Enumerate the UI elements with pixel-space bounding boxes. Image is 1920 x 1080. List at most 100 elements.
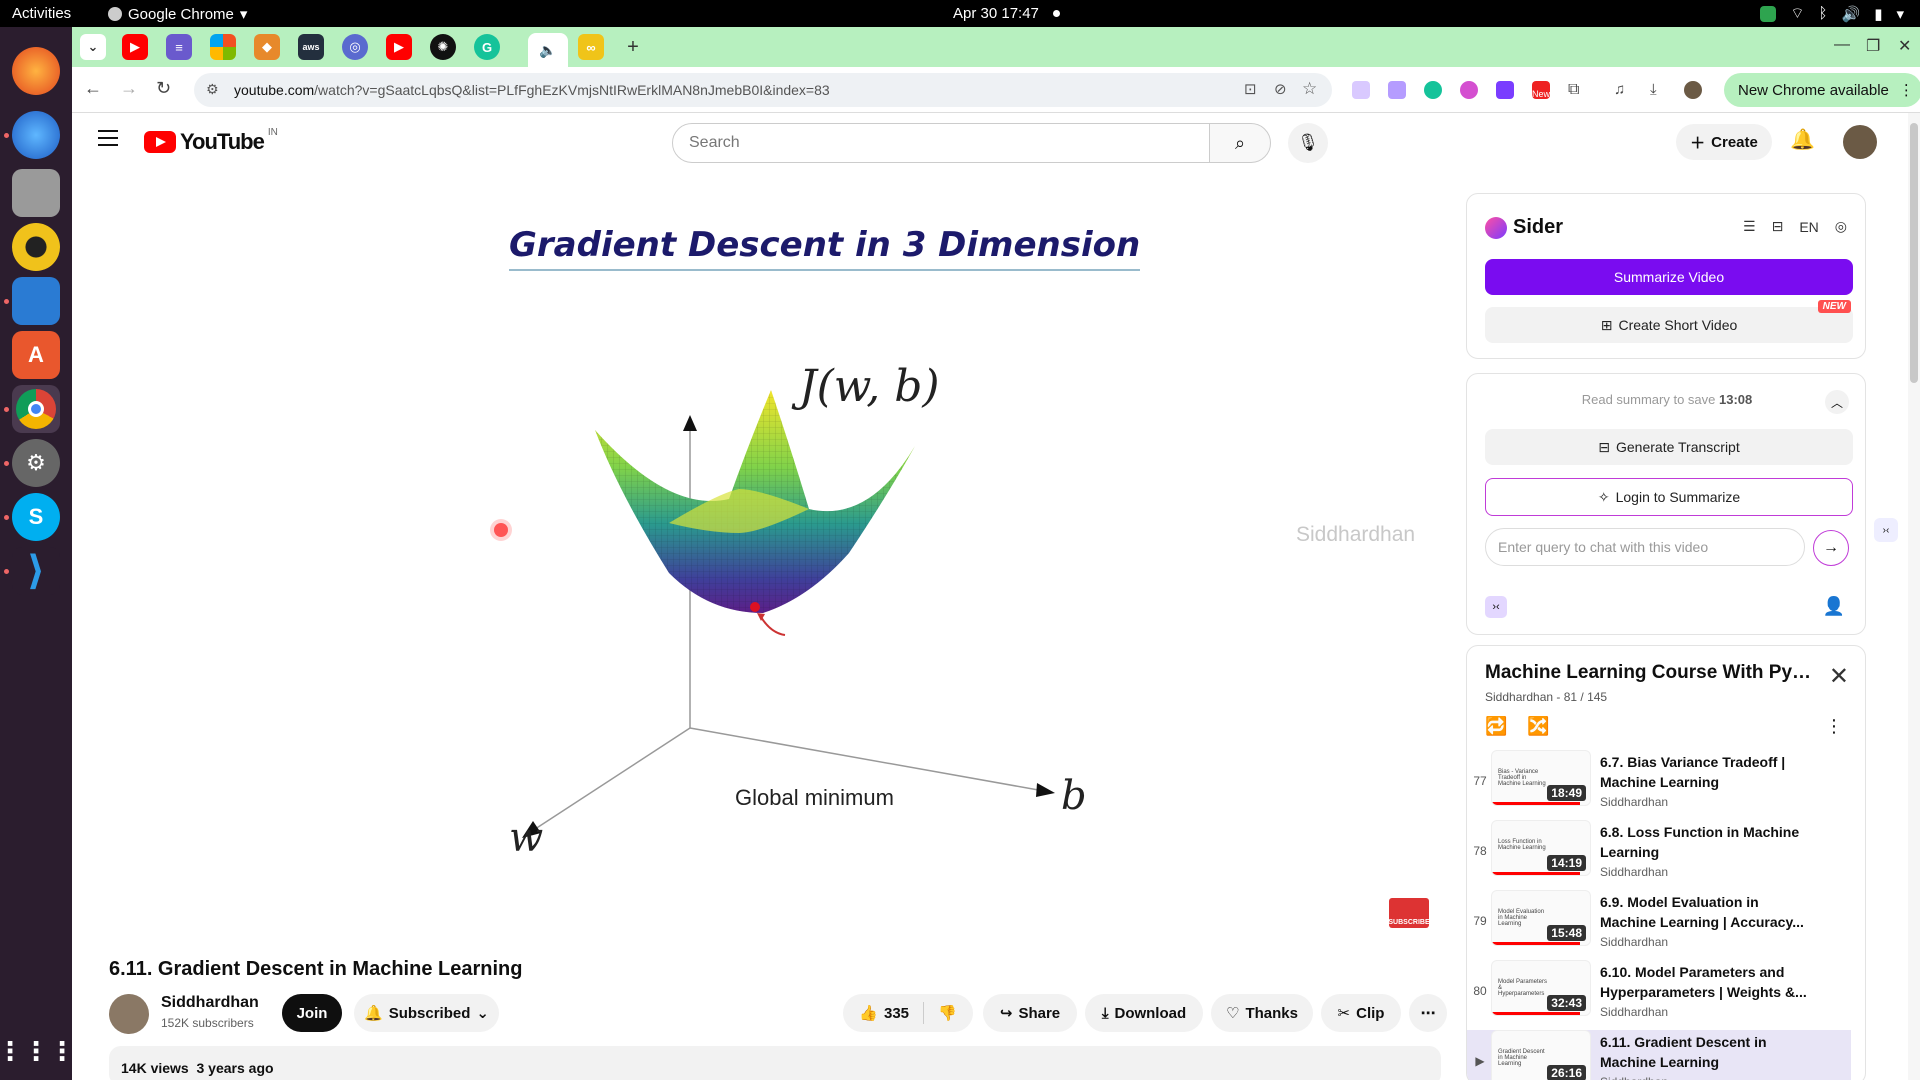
files-icon[interactable] xyxy=(12,169,60,217)
tab-package[interactable]: ◆ xyxy=(254,34,280,60)
ext-sider-icon[interactable] xyxy=(1352,81,1370,99)
thunderbird-icon[interactable] xyxy=(12,111,60,159)
playlist-item[interactable]: 78 Loss Function in Machine Learning 14:19… xyxy=(1467,820,1851,888)
thumbs-down-icon[interactable]: 👎 xyxy=(938,1004,957,1022)
scrollbar-thumb[interactable] xyxy=(1910,123,1918,383)
notifications-bell-icon[interactable]: 🔔 xyxy=(1790,127,1815,152)
search-button[interactable]: ⌕ xyxy=(1209,123,1271,163)
description-box[interactable]: 14K views 3 years ago xyxy=(109,1046,1441,1080)
skype-icon[interactable]: S xyxy=(12,493,60,541)
subscribed-button[interactable]: 🔔 Subscribed ⌄ xyxy=(354,994,499,1032)
tab-list-button[interactable]: ⌄ xyxy=(80,34,106,60)
back-button[interactable]: ← xyxy=(84,78,102,99)
login-to-summarize-button[interactable]: ✧ Login to Summarize xyxy=(1485,478,1853,516)
video-player[interactable]: Gradient Descent in 3 Dimension J(w, b) … xyxy=(109,193,1441,933)
tab-grammarly[interactable]: G xyxy=(474,34,500,60)
tab-openai[interactable]: ✺ xyxy=(430,34,456,60)
account-avatar[interactable] xyxy=(1843,125,1877,159)
settings-icon[interactable]: ◎ xyxy=(1835,218,1847,235)
url-text[interactable]: youtube.com/watch?v=gSaatcLqbsQ&list=PLf… xyxy=(234,82,830,98)
firefox-icon[interactable] xyxy=(12,47,60,95)
extensions-puzzle-icon[interactable]: ⧉ xyxy=(1568,81,1586,99)
site-info-icon[interactable]: ⚙ xyxy=(206,81,219,98)
chat-query-input[interactable]: Enter query to chat with this video xyxy=(1485,528,1805,566)
app-menu[interactable]: Google Chrome ▾ xyxy=(108,5,247,23)
playlist-item[interactable]: 80 Model Parameters & Hyperparameters 32:4… xyxy=(1467,960,1851,1028)
menu-hamburger-icon[interactable] xyxy=(98,130,118,146)
writer-icon[interactable] xyxy=(12,277,60,325)
channel-avatar[interactable] xyxy=(109,994,149,1034)
shuffle-icon[interactable]: 🔀 xyxy=(1527,716,1549,737)
new-chrome-available-button[interactable]: New Chrome available ⋮ xyxy=(1724,73,1920,107)
vscode-icon[interactable]: ⟩ xyxy=(12,547,60,595)
rhythmbox-icon[interactable] xyxy=(12,223,60,271)
like-button[interactable]: 👍 335 xyxy=(859,1004,909,1023)
sider-side-tab-icon[interactable]: ›‹ xyxy=(1874,518,1898,542)
captions-icon[interactable]: ⊟ xyxy=(1772,218,1784,235)
reload-button[interactable]: ↻ xyxy=(156,78,171,99)
minimize-button[interactable]: — xyxy=(1834,36,1850,54)
system-tray[interactable]: ⌔ ᛒ 🔊 ▮ ▾ xyxy=(1760,4,1904,23)
activities-button[interactable]: Activities xyxy=(12,5,71,22)
playlist-title[interactable]: Machine Learning Course With Pyth... xyxy=(1485,662,1815,684)
appcenter-icon[interactable]: A xyxy=(12,331,60,379)
tab-globe[interactable]: ◎ xyxy=(342,34,368,60)
summarize-video-button[interactable]: Summarize Video xyxy=(1485,259,1853,295)
language-selector[interactable]: EN xyxy=(1799,219,1818,235)
profile-avatar-icon[interactable] xyxy=(1684,81,1702,99)
tab-link[interactable]: ∞ xyxy=(578,34,604,60)
person-icon[interactable]: 👤 xyxy=(1823,596,1845,617)
chrome-icon[interactable] xyxy=(12,385,60,433)
update-icon[interactable] xyxy=(1760,5,1777,22)
forward-button[interactable]: → xyxy=(120,78,138,99)
ext-grammarly-icon[interactable] xyxy=(1424,81,1442,99)
page-scrollbar[interactable] xyxy=(1908,113,1920,1080)
sider-bot-icon[interactable]: ›‹ xyxy=(1485,596,1507,618)
ext-flower-icon[interactable] xyxy=(1460,81,1478,99)
playlist-more-icon[interactable]: ⋮ xyxy=(1825,716,1843,737)
share-button[interactable]: ↪ Share xyxy=(983,994,1077,1032)
close-window-button[interactable]: ✕ xyxy=(1898,36,1911,56)
bookmark-star-icon[interactable]: ☆ xyxy=(1302,79,1317,99)
search-input[interactable]: Search xyxy=(672,123,1210,163)
ext-pen-icon[interactable] xyxy=(1388,81,1406,99)
more-actions-button[interactable]: ⋯ xyxy=(1409,994,1447,1032)
create-button[interactable]: ＋ Create xyxy=(1676,124,1772,160)
playlist-item[interactable]: ▶ Gradient Descent in Machine Learning 26:… xyxy=(1467,1030,1851,1080)
tab-docs[interactable]: ≡ xyxy=(166,34,192,60)
clock[interactable]: Apr 30 17:47 xyxy=(953,5,1039,22)
loop-icon[interactable]: 🔁 xyxy=(1485,716,1507,737)
voice-search-button[interactable]: 🎙 xyxy=(1288,123,1328,163)
new-tab-button[interactable]: + xyxy=(620,34,646,60)
send-button[interactable]: → xyxy=(1813,530,1849,566)
tab-youtube-2[interactable]: ▶ xyxy=(386,34,412,60)
media-controls-icon[interactable]: ♫ xyxy=(1614,81,1632,99)
ext-purple-icon[interactable] xyxy=(1496,81,1514,99)
create-short-video-button[interactable]: ⊞ Create Short Video xyxy=(1485,307,1853,343)
restore-button[interactable]: ❐ xyxy=(1866,36,1880,56)
tab-aws[interactable]: aws xyxy=(298,34,324,60)
generate-transcript-button[interactable]: ⊟ Generate Transcript xyxy=(1485,429,1853,465)
tab-microsoft[interactable] xyxy=(210,34,236,60)
address-bar[interactable]: ⚙ youtube.com/watch?v=gSaatcLqbsQ&list=P… xyxy=(194,73,1332,107)
thanks-button[interactable]: ♡ Thanks xyxy=(1211,994,1313,1032)
settings-icon[interactable]: ⚙ xyxy=(12,439,60,487)
tab-active-audio[interactable]: 🔈 xyxy=(528,33,568,67)
clip-button[interactable]: ✂ Clip xyxy=(1321,994,1401,1032)
join-button[interactable]: Join xyxy=(282,994,342,1032)
tab-youtube[interactable]: ▶ xyxy=(122,34,148,60)
channel-name[interactable]: Siddhardhan xyxy=(161,994,259,1012)
download-button[interactable]: ⤓ Download xyxy=(1085,994,1203,1032)
install-app-icon[interactable]: ⊡ xyxy=(1244,80,1257,98)
ext-new-icon[interactable]: New xyxy=(1532,81,1550,99)
app-grid-icon[interactable]: ⋮⋮⋮ xyxy=(0,1027,75,1075)
close-playlist-icon[interactable]: ✕ xyxy=(1829,662,1849,691)
tracking-off-icon[interactable]: ⊘ xyxy=(1274,80,1287,98)
subscribe-badge[interactable]: SUBSCRIBE xyxy=(1388,898,1430,928)
playlist-item[interactable]: 77 Bias - Variance Tradeoff in Machine Le… xyxy=(1467,750,1851,818)
list-icon[interactable]: ☰ xyxy=(1743,218,1756,235)
downloads-icon[interactable]: ⤓ xyxy=(1650,81,1668,99)
collapse-chevron-icon[interactable]: ︿ xyxy=(1825,390,1849,414)
youtube-logo[interactable]: YouTube IN xyxy=(144,127,278,155)
playlist-item[interactable]: 79 Model Evaluation in Machine Learning 15… xyxy=(1467,890,1851,958)
